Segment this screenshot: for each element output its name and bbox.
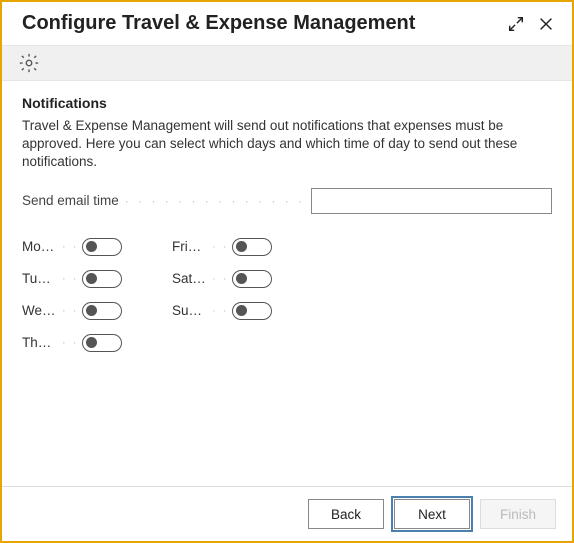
dialog-footer: Back Next Finish <box>2 486 572 541</box>
content-area: Notifications Travel & Expense Managemen… <box>2 81 572 486</box>
day-label: Fri… <box>172 239 208 254</box>
days-grid: Mo… · · Fri… · · Tue… · · Sat… · · <box>22 238 552 352</box>
close-icon[interactable] <box>536 14 556 34</box>
section-description: Travel & Expense Management will send ou… <box>22 117 552 172</box>
toggle-saturday[interactable] <box>232 270 272 288</box>
toggle-monday[interactable] <box>82 238 122 256</box>
day-row-friday: Fri… · · <box>172 238 322 256</box>
section-title: Notifications <box>22 95 552 111</box>
day-label: Su… <box>172 303 208 318</box>
dialog-header: Configure Travel & Expense Management <box>2 2 572 45</box>
gear-icon[interactable] <box>18 52 40 74</box>
send-email-time-label: Send email time <box>22 193 119 208</box>
send-email-time-input[interactable] <box>311 188 552 214</box>
expand-icon[interactable] <box>506 14 526 34</box>
day-label: We… <box>22 303 58 318</box>
finish-button: Finish <box>480 499 556 529</box>
toggle-wednesday[interactable] <box>82 302 122 320</box>
day-label: Tue… <box>22 271 58 286</box>
day-row-monday: Mo… · · <box>22 238 172 256</box>
day-row-tuesday: Tue… · · <box>22 270 172 288</box>
send-email-time-row: Send email time · · · · · · · · · · · · … <box>22 188 552 214</box>
toggle-sunday[interactable] <box>232 302 272 320</box>
wizard-dialog: Configure Travel & Expense Management No… <box>0 0 574 543</box>
back-button[interactable]: Back <box>308 499 384 529</box>
day-label: Sat… <box>172 271 208 286</box>
header-icons <box>506 14 556 34</box>
day-row-wednesday: We… · · <box>22 302 172 320</box>
day-label: Thu… <box>22 335 58 350</box>
next-button[interactable]: Next <box>394 499 470 529</box>
toolbar <box>2 45 572 81</box>
day-row-saturday: Sat… · · <box>172 270 322 288</box>
day-label: Mo… <box>22 239 58 254</box>
day-row-thursday: Thu… · · <box>22 334 172 352</box>
toggle-thursday[interactable] <box>82 334 122 352</box>
dots-filler: · · · · · · · · · · · · · · <box>125 194 305 208</box>
toggle-tuesday[interactable] <box>82 270 122 288</box>
dialog-title: Configure Travel & Expense Management <box>22 12 506 35</box>
day-row-sunday: Su… · · <box>172 302 322 320</box>
toggle-friday[interactable] <box>232 238 272 256</box>
